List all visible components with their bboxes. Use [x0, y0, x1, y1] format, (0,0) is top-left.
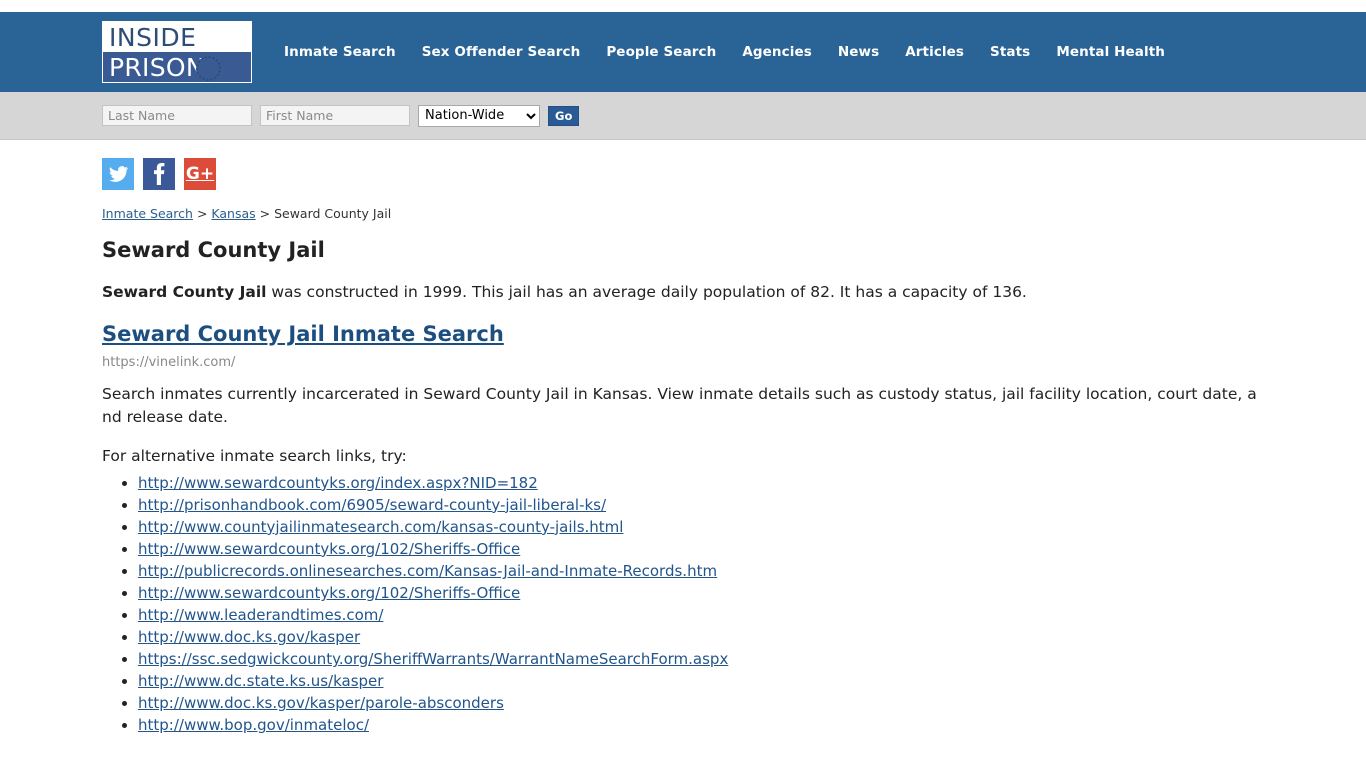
nav-item-inmate-search[interactable]: Inmate Search: [284, 44, 396, 60]
google-plus-icon[interactable]: G+: [184, 158, 216, 190]
alternative-link[interactable]: http://www.doc.ks.gov/kasper: [138, 628, 360, 646]
search-scope-select[interactable]: Nation-Wide: [418, 104, 540, 127]
result-url: https://vinelink.com/: [102, 354, 236, 370]
facebook-icon[interactable]: [143, 158, 175, 190]
last-name-input[interactable]: [102, 105, 252, 126]
alternative-link[interactable]: http://www.sewardcountyks.org/102/Sherif…: [138, 540, 520, 558]
list-item: http://www.doc.ks.gov/kasper/parole-absc…: [138, 692, 1366, 714]
twitter-icon[interactable]: [102, 158, 134, 190]
list-item: http://www.dc.state.ks.us/kasper: [138, 670, 1366, 692]
alternative-link[interactable]: https://ssc.sedgwickcounty.org/SheriffWa…: [138, 650, 728, 668]
top-white-strip: [0, 0, 1366, 12]
logo-text-prison: PRISON: [109, 52, 205, 82]
logo-prison-band: PRISON: [103, 52, 251, 82]
breadcrumb-current: Seward County Jail: [274, 206, 392, 221]
alternative-link[interactable]: http://www.sewardcountyks.org/index.aspx…: [138, 474, 538, 492]
list-item: http://www.leaderandtimes.com/: [138, 604, 1366, 626]
inmate-search-bar: Nation-Wide Go: [0, 92, 1366, 140]
breadcrumb-link-kansas[interactable]: Kansas: [211, 206, 255, 221]
nav-item-agencies[interactable]: Agencies: [742, 44, 812, 60]
alternative-link[interactable]: http://www.dc.state.ks.us/kasper: [138, 672, 383, 690]
list-item: http://www.sewardcountyks.org/102/Sherif…: [138, 538, 1366, 560]
alternative-link[interactable]: http://www.doc.ks.gov/kasper/parole-absc…: [138, 694, 504, 712]
site-logo[interactable]: INSIDE PRISON: [102, 21, 252, 83]
alternative-link[interactable]: http://www.bop.gov/inmateloc/: [138, 716, 369, 734]
result-description: Search inmates currently incarcerated in…: [102, 385, 1257, 426]
result-heading: Seward County Jail Inmate Search: [102, 322, 1366, 347]
list-item: http://www.countyjailinmatesearch.com/ka…: [138, 516, 1366, 538]
nav-item-people-search[interactable]: People Search: [606, 44, 716, 60]
nav-item-articles[interactable]: Articles: [905, 44, 964, 60]
facility-description-rest: was constructed in 1999. This jail has a…: [266, 283, 1027, 302]
nav-item-sex-offender-search[interactable]: Sex Offender Search: [422, 44, 581, 60]
breadcrumb-link-inmate-search[interactable]: Inmate Search: [102, 206, 193, 221]
page-title: Seward County Jail: [102, 238, 325, 263]
alternatives-intro: For alternative inmate search links, try…: [102, 447, 407, 466]
page-content: G+ Inmate Search > Kansas > Seward Count…: [0, 140, 1366, 736]
list-item: http://publicrecords.onlinesearches.com/…: [138, 560, 1366, 582]
result-heading-link[interactable]: Seward County Jail Inmate Search: [102, 322, 504, 346]
alternative-link[interactable]: http://prisonhandbook.com/6905/seward-co…: [138, 496, 606, 514]
main-navigation: Inmate Search Sex Offender Search People…: [284, 44, 1165, 60]
breadcrumb-separator-2: >: [255, 206, 275, 221]
facility-description: Seward County Jail was constructed in 19…: [102, 282, 1267, 303]
alternative-link[interactable]: http://publicrecords.onlinesearches.com/…: [138, 562, 717, 580]
alternative-link[interactable]: http://www.countyjailinmatesearch.com/ka…: [138, 518, 623, 536]
list-item: http://www.sewardcountyks.org/102/Sherif…: [138, 582, 1366, 604]
logo-text-inside: INSIDE: [109, 22, 197, 52]
list-item: http://www.sewardcountyks.org/index.aspx…: [138, 472, 1366, 494]
alternative-link[interactable]: http://www.sewardcountyks.org/102/Sherif…: [138, 584, 520, 602]
social-share-row: G+: [102, 158, 1366, 190]
list-item: http://www.bop.gov/inmateloc/: [138, 714, 1366, 736]
alternative-links-list: http://www.sewardcountyks.org/index.aspx…: [102, 472, 1366, 737]
logo-inside-band: INSIDE: [103, 22, 251, 52]
google-plus-glyph: G+: [185, 163, 215, 184]
list-item: http://www.doc.ks.gov/kasper: [138, 626, 1366, 648]
site-header: INSIDE PRISON Inmate Search Sex Offender…: [0, 12, 1366, 92]
alternative-link[interactable]: http://www.leaderandtimes.com/: [138, 606, 383, 624]
facility-name-bold: Seward County Jail: [102, 283, 267, 302]
barbed-wire-ring-icon: [196, 56, 221, 81]
breadcrumb-separator-1: >: [192, 206, 212, 221]
nav-item-mental-health[interactable]: Mental Health: [1056, 44, 1165, 60]
first-name-input[interactable]: [260, 105, 410, 126]
list-item: http://prisonhandbook.com/6905/seward-co…: [138, 494, 1366, 516]
list-item: https://ssc.sedgwickcounty.org/SheriffWa…: [138, 648, 1366, 670]
nav-item-news[interactable]: News: [838, 44, 879, 60]
breadcrumb: Inmate Search > Kansas > Seward County J…: [102, 206, 1366, 222]
search-go-button[interactable]: Go: [548, 105, 580, 126]
nav-item-stats[interactable]: Stats: [990, 44, 1030, 60]
